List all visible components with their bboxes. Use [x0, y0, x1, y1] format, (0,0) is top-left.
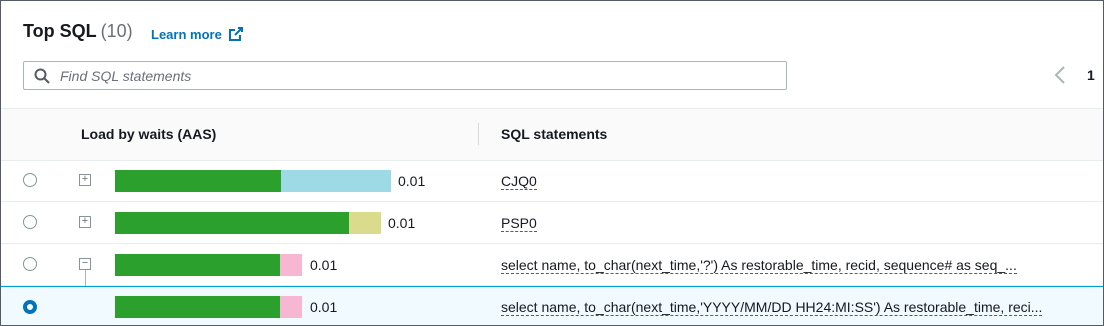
sql-statement-link[interactable]: select name, to_char(next_time,'?') As r…: [501, 257, 1017, 274]
expand-icon[interactable]: +: [79, 174, 91, 186]
load-bar-segment: [115, 212, 349, 234]
chevron-left-icon[interactable]: [1053, 65, 1067, 85]
column-divider: [478, 123, 479, 145]
load-bar: [115, 254, 302, 276]
load-value: 0.01: [388, 215, 416, 231]
table-header: Load by waits (AAS) SQL statements: [1, 108, 1103, 161]
collapse-icon[interactable]: −: [79, 258, 91, 270]
learn-more-label: Learn more: [151, 26, 222, 42]
column-header-sql[interactable]: SQL statements: [501, 126, 607, 142]
load-bar: [115, 170, 391, 192]
panel-title: Top SQL: [23, 21, 97, 41]
page-number[interactable]: 1: [1087, 67, 1095, 83]
expand-icon[interactable]: +: [79, 216, 91, 228]
load-bar-segment: [115, 170, 281, 192]
learn-more-link[interactable]: Learn more: [151, 26, 244, 42]
load-bar: [115, 296, 302, 318]
pagination: 1: [1053, 65, 1095, 85]
row-radio[interactable]: [23, 173, 37, 187]
table-row[interactable]: + 0.01 CJQ0: [1, 160, 1103, 202]
sql-statement-link[interactable]: PSP0: [501, 215, 537, 232]
load-bar-segment: [349, 212, 381, 234]
search-icon: [34, 68, 50, 84]
row-radio[interactable]: [23, 215, 37, 229]
load-bar-segment: [280, 296, 302, 318]
row-radio[interactable]: [23, 257, 37, 271]
load-value: 0.01: [310, 299, 338, 315]
external-link-icon: [228, 27, 243, 41]
sql-statement-link[interactable]: CJQ0: [501, 173, 537, 190]
load-value: 0.01: [310, 257, 338, 273]
table-row[interactable]: + 0.01 PSP0: [1, 202, 1103, 244]
load-bar-segment: [115, 296, 280, 318]
load-bar-segment: [115, 254, 280, 276]
load-bar-segment: [280, 254, 302, 276]
row-radio-selected[interactable]: [23, 300, 37, 314]
load-bar: [115, 212, 381, 234]
statement-count: (10): [100, 21, 133, 41]
column-header-load[interactable]: Load by waits (AAS): [81, 126, 216, 142]
load-bar-segment: [281, 170, 391, 192]
panel-header: Top SQL (10): [23, 21, 133, 42]
search-input[interactable]: [58, 62, 786, 89]
table-row[interactable]: − 0.01 select name, to_char(next_time,'?…: [1, 244, 1103, 286]
search-box[interactable]: [23, 61, 787, 90]
load-value: 0.01: [398, 173, 426, 189]
top-sql-panel: Top SQL (10) Learn more 1 Load by waits …: [0, 0, 1104, 326]
table-row-selected[interactable]: 0.01 select name, to_char(next_time,'YYY…: [1, 286, 1103, 325]
sql-statement-link[interactable]: select name, to_char(next_time,'YYYY/MM/…: [501, 299, 1043, 316]
